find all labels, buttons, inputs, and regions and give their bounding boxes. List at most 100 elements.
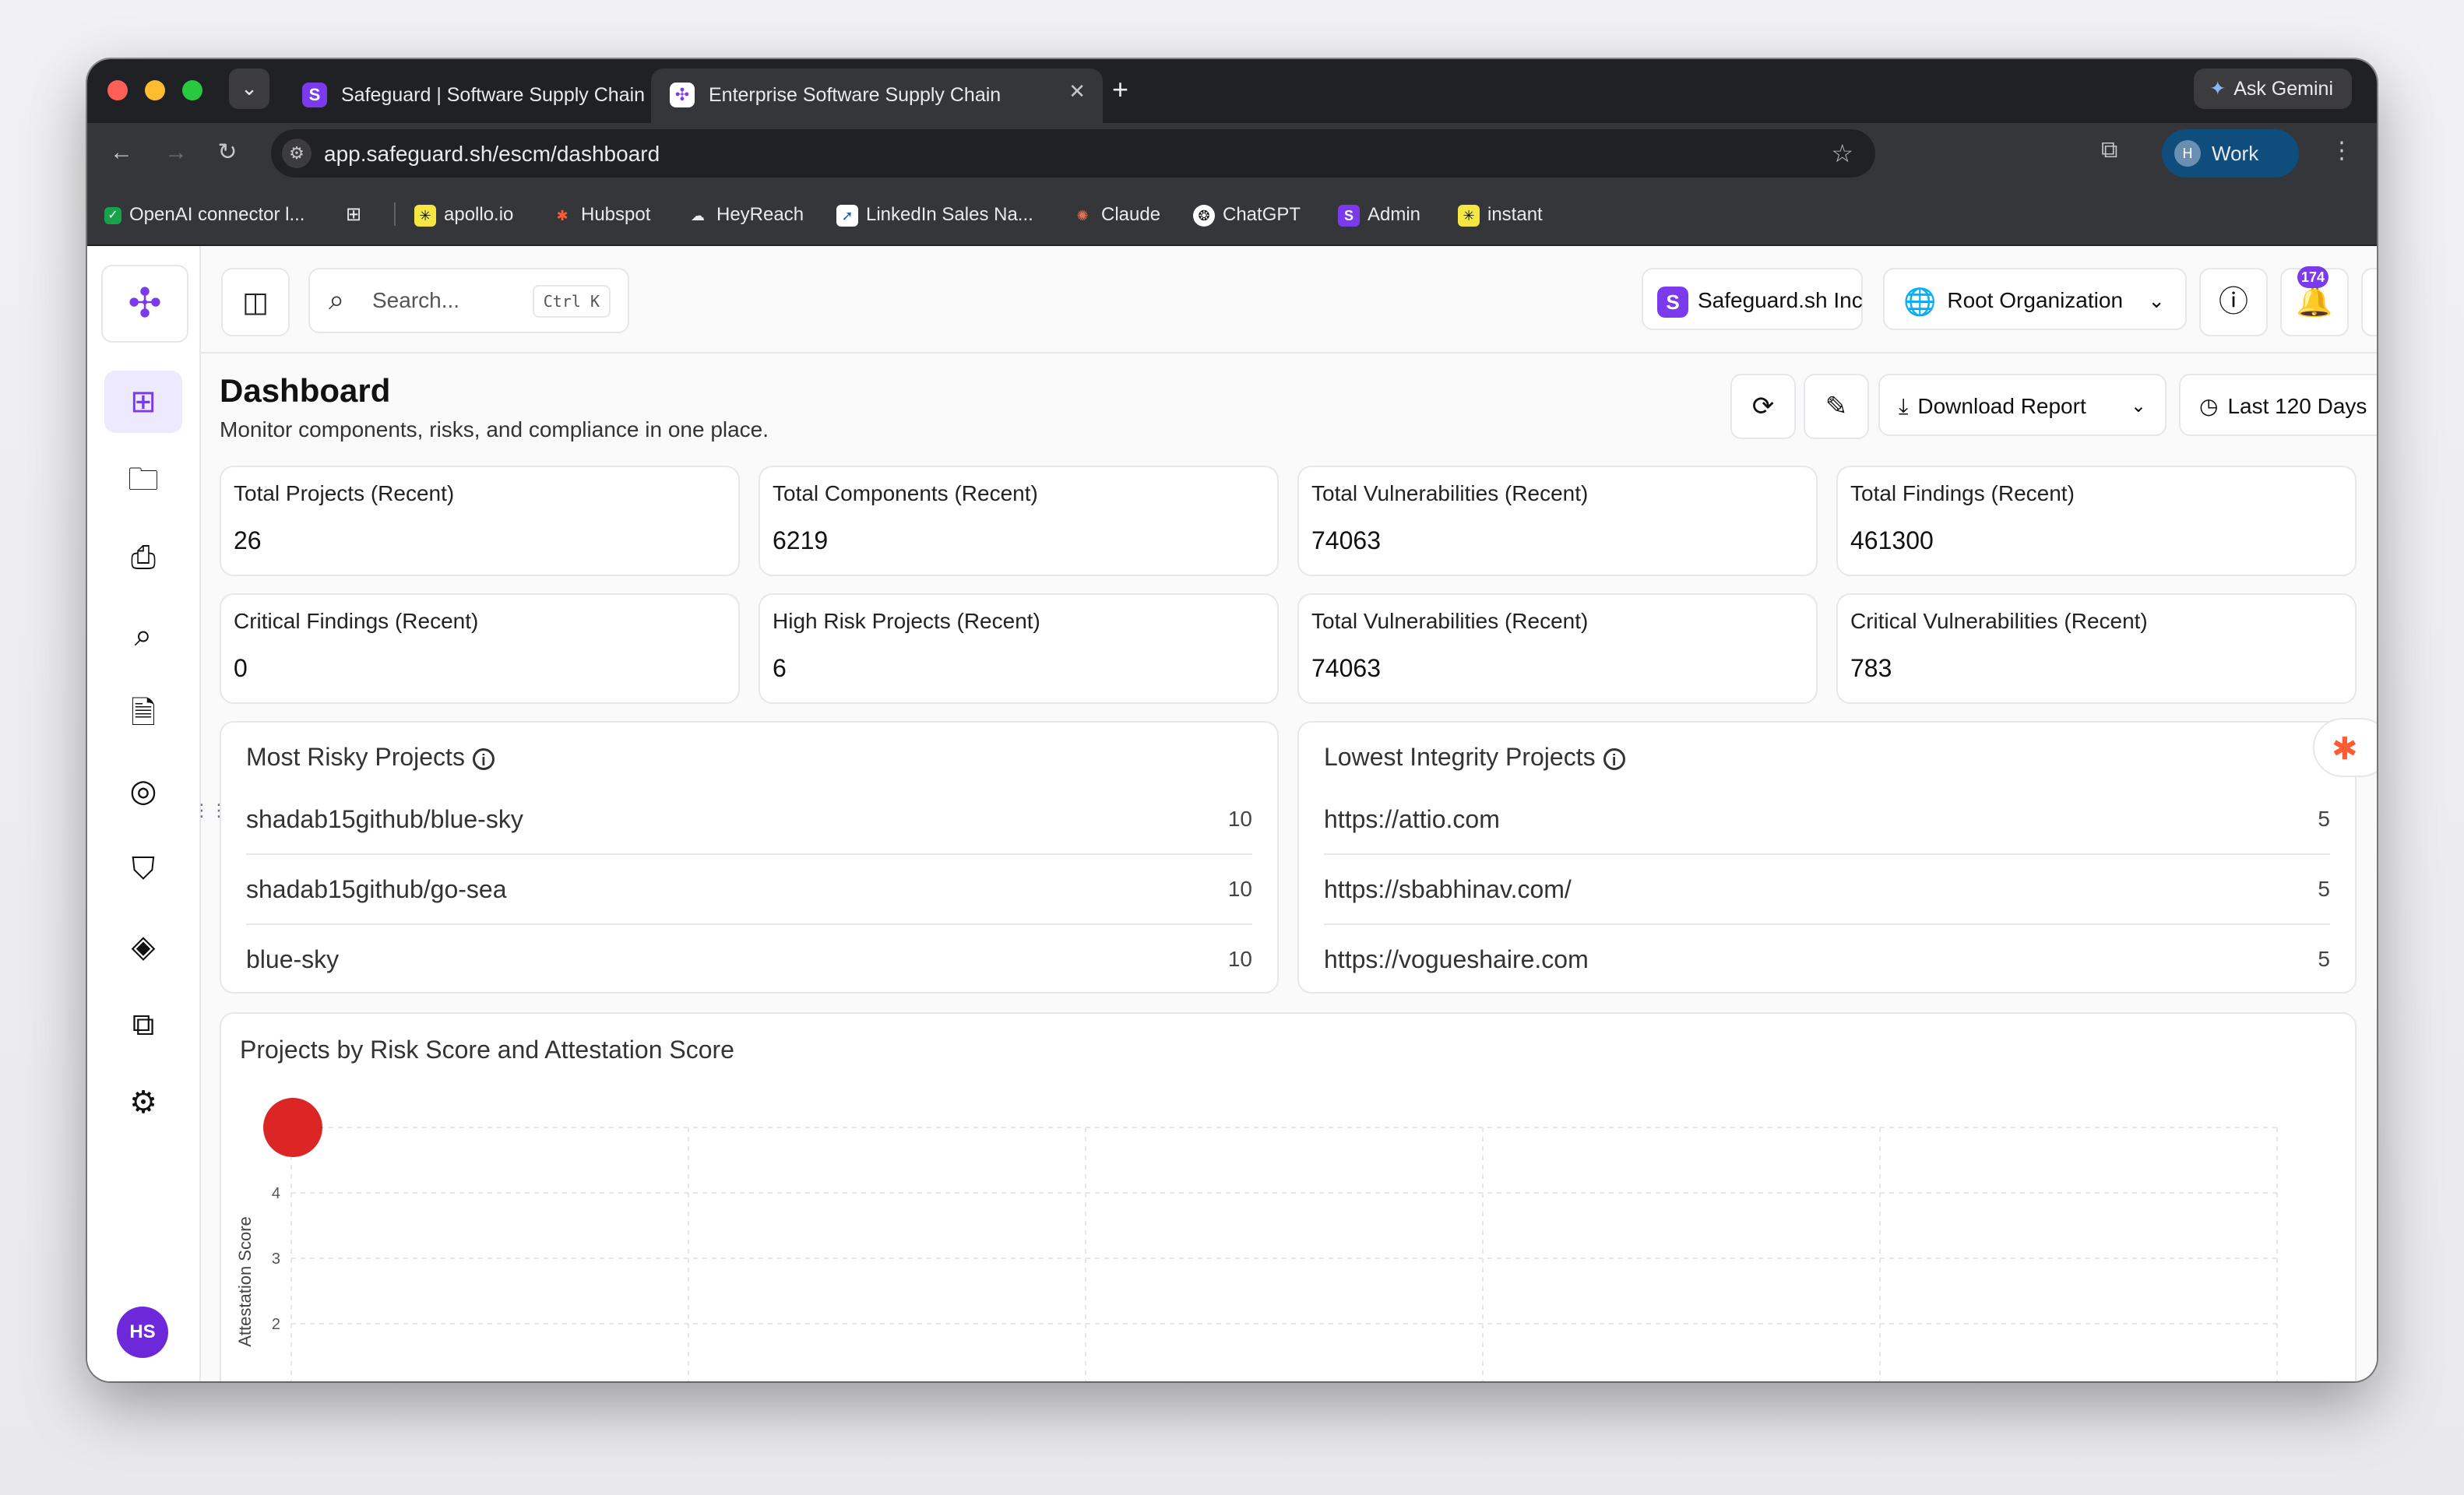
project-score: 5 xyxy=(2318,807,2330,831)
maximize-window-button[interactable] xyxy=(182,80,202,100)
sidebar-item-settings[interactable]: ⚙ xyxy=(104,1071,182,1134)
risk-attestation-chart-card: Projects by Risk Score and Attestation S… xyxy=(220,1012,2357,1381)
org-switcher[interactable]: S Safeguard.sh Inc xyxy=(1642,268,1863,330)
root-org-dropdown[interactable]: 🌐 Root Organization ⌄ xyxy=(1883,268,2187,330)
safeguard-favicon-icon: S xyxy=(302,83,327,107)
close-tab-icon[interactable]: ✕ xyxy=(1068,79,1086,104)
hubspot-widget-button[interactable]: ✱ xyxy=(2313,718,2377,777)
extensions-icon[interactable]: ⧉ xyxy=(2101,137,2117,164)
stat-value: 0 xyxy=(234,654,248,682)
list-item[interactable]: blue-sky 10 xyxy=(246,923,1252,994)
list-item[interactable]: https://sbabhinav.com/ 5 xyxy=(1324,853,2330,925)
sidebar-item-compliance[interactable]: ⛉ xyxy=(104,838,182,900)
stat-card: Critical Vulnerabilities (Recent) 783 xyxy=(1836,593,2357,704)
back-icon[interactable]: ← xyxy=(101,132,142,173)
list-item[interactable]: https://vogueshaire.com 5 xyxy=(1324,923,2330,994)
browser-menu-icon[interactable]: ⋮ xyxy=(2330,137,2353,164)
project-name: shadab15github/go-sea xyxy=(246,875,507,903)
download-icon: ⤓ xyxy=(1899,394,1909,418)
data-point xyxy=(263,1098,322,1157)
list-item[interactable]: shadab15github/go-sea 10 xyxy=(246,853,1252,925)
date-range-dropdown[interactable]: ◷Last 120 Days ⌄ xyxy=(2179,374,2377,436)
scatter-chart: 2 3 4 Attestation Score xyxy=(235,1098,2278,1381)
y-tick-label: 2 xyxy=(272,1316,280,1333)
sidebar-item-inbox[interactable]: ⎙ xyxy=(104,526,182,589)
toggle-sidebar-button[interactable]: ◫ xyxy=(221,268,290,336)
info-icon[interactable]: i xyxy=(1603,748,1625,770)
instant-icon: ✳ xyxy=(1458,204,1480,227)
bookmark-label: ChatGPT xyxy=(1223,204,1301,225)
stat-label: Critical Vulnerabilities (Recent) xyxy=(1850,609,2148,633)
apps-grid-icon[interactable]: ⊞ xyxy=(346,202,361,227)
stat-value: 26 xyxy=(234,526,262,554)
bookmark-heyreach[interactable]: ☁ HeyReach xyxy=(687,202,804,227)
site-info-icon[interactable]: ⚙ xyxy=(282,139,312,168)
list-item[interactable]: https://attio.com 5 xyxy=(1324,783,2330,855)
bookmark-hubspot[interactable]: ✱ Hubspot xyxy=(551,202,650,227)
bookmark-admin[interactable]: S Admin xyxy=(1338,202,1420,227)
sidebar-item-search[interactable]: ⌕ xyxy=(104,604,182,667)
reload-icon[interactable]: ↻ xyxy=(207,132,248,173)
safeguard-favicon-icon: ✣ xyxy=(670,83,695,107)
stat-label: Total Vulnerabilities (Recent) xyxy=(1311,481,1589,505)
minimize-window-button[interactable] xyxy=(145,80,165,100)
bookmark-linkedin-sales[interactable]: ➚ LinkedIn Sales Na... xyxy=(836,202,1033,227)
card-title-text: Most Risky Projects xyxy=(246,743,465,771)
sidebar-item-dashboard[interactable]: ⊞ xyxy=(104,371,182,433)
browser-tab-2[interactable]: ✣ Enterprise Software Supply Chain ✕ xyxy=(651,69,1103,123)
list-item[interactable]: shadab15github/blue-sky 10 xyxy=(246,783,1252,855)
sidebar-item-components[interactable]: ◈ xyxy=(104,916,182,978)
layers-icon: ◈ xyxy=(131,930,156,964)
bookmark-openai-connector[interactable]: ✓ OpenAI connector l... xyxy=(104,202,304,227)
stat-value: 74063 xyxy=(1311,654,1381,682)
edit-button[interactable]: ✎ xyxy=(1804,374,1869,439)
org-name: Safeguard.sh Inc xyxy=(1698,288,1863,312)
stat-card: Total Components (Recent) 6219 xyxy=(759,466,1279,576)
checkbox-icon: ✓ xyxy=(104,206,121,224)
app-root: ✣ ⊞ 🗀 ⎙ ⌕ 🗎 ◎ ⛉ ◈ ⧉ ⚙ HS ⋮⋮ ◫ ⌕ Search..… xyxy=(87,246,2377,1381)
stat-label: Total Vulnerabilities (Recent) xyxy=(1311,609,1589,633)
radar-icon: ◎ xyxy=(129,774,157,808)
address-bar[interactable]: ⚙ app.safeguard.sh/escm/dashboard ☆ xyxy=(271,129,1875,178)
root-org-label: Root Organization xyxy=(1947,288,2124,312)
sidebar-item-risk[interactable]: ◎ xyxy=(104,760,182,822)
stat-value: 6 xyxy=(773,654,787,682)
claude-icon: ✺ xyxy=(1076,207,1089,223)
theme-toggle-button[interactable]: ☾ xyxy=(2361,268,2377,336)
stat-card: Critical Findings (Recent) 0 xyxy=(220,593,740,704)
page-subtitle: Monitor components, risks, and complianc… xyxy=(220,417,769,441)
bookmark-instant[interactable]: ✳ instant xyxy=(1458,202,1543,227)
help-button[interactable]: ⓘ xyxy=(2199,268,2268,336)
tab-search-button[interactable]: ⌄ xyxy=(229,69,269,109)
new-tab-button[interactable]: + xyxy=(1112,73,1128,106)
sidebar-item-projects[interactable]: 🗀 xyxy=(104,448,182,511)
project-score: 10 xyxy=(1227,807,1252,831)
ask-gemini-button[interactable]: ✦ Ask Gemini xyxy=(2194,69,2352,109)
bookmark-apollo[interactable]: ✳ apollo.io xyxy=(414,202,513,227)
stat-card: Total Findings (Recent) 461300 xyxy=(1836,466,2357,576)
project-score: 10 xyxy=(1227,947,1252,971)
safeguard-logo-icon[interactable]: ✣ xyxy=(101,265,188,343)
stat-label: Total Findings (Recent) xyxy=(1850,481,2075,505)
bookmark-star-icon[interactable]: ☆ xyxy=(1831,139,1853,168)
search-icon: ⌕ xyxy=(134,618,153,653)
card-title: Lowest Integrity Projects i xyxy=(1324,743,1625,772)
url-text[interactable]: app.safeguard.sh/escm/dashboard xyxy=(324,142,660,167)
download-report-button[interactable]: ⤓ Download Report ⌄ xyxy=(1878,374,2167,436)
bookmark-chatgpt[interactable]: ❂ ChatGPT xyxy=(1193,202,1301,227)
refresh-button[interactable]: ⟳ xyxy=(1730,374,1796,439)
user-avatar[interactable]: HS xyxy=(117,1307,168,1358)
bookmark-label: HeyReach xyxy=(716,204,804,225)
notifications-button[interactable]: 🔔 174 xyxy=(2280,266,2349,336)
bookmark-claude[interactable]: ✺ Claude xyxy=(1072,202,1160,227)
bell-icon: 🔔 xyxy=(2296,286,2333,318)
info-icon[interactable]: i xyxy=(472,748,495,770)
close-window-button[interactable] xyxy=(107,80,128,100)
sidebar-item-integrations[interactable]: ⧉ xyxy=(104,994,182,1056)
safeguard-icon: S xyxy=(1338,204,1360,227)
profile-button[interactable]: H Work xyxy=(2162,129,2299,178)
browser-window: ⌄ S Safeguard | Software Supply Chain ✕ … xyxy=(87,59,2377,1381)
sidebar-item-reports[interactable]: 🗎 xyxy=(104,682,182,744)
search-input[interactable]: ⌕ Search... Ctrl K xyxy=(308,268,629,333)
forward-icon[interactable]: → xyxy=(156,132,196,173)
